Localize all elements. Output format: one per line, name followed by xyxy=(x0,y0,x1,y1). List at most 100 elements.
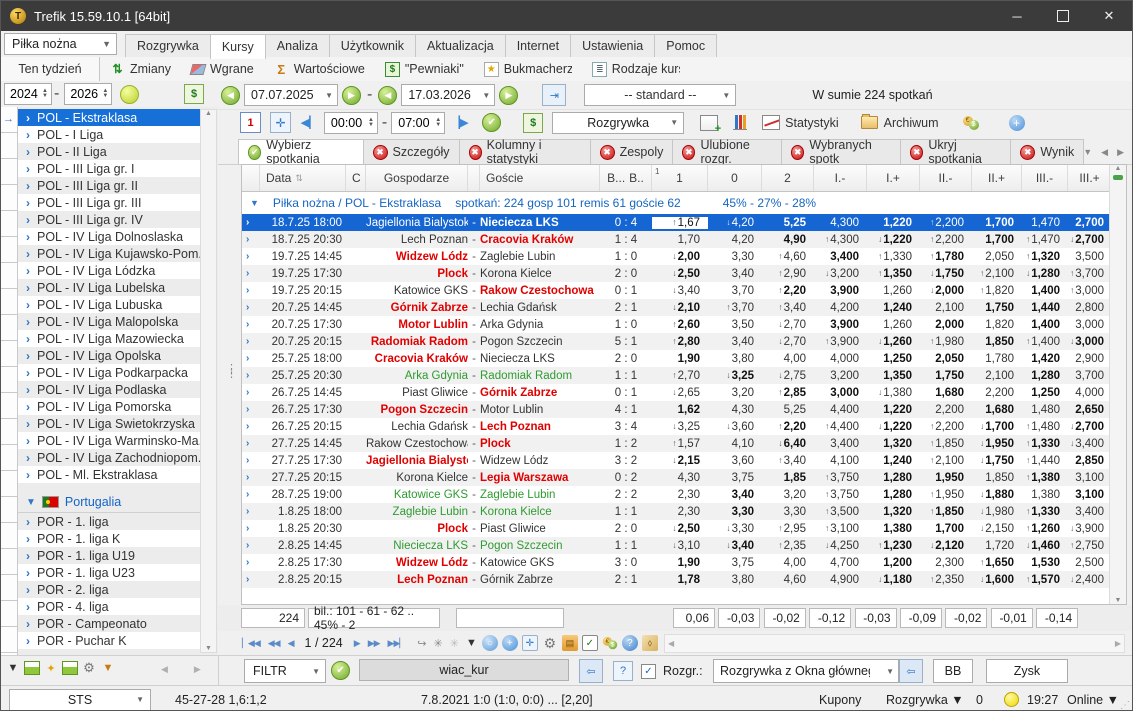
group-row[interactable]: ▼ Piłka nożna / POL - Ekstraklasa spotka… xyxy=(242,192,1126,214)
zoom-plus-icon[interactable]: + xyxy=(502,635,518,651)
odds-cell-ii-plus[interactable]: 1,780 xyxy=(972,353,1022,365)
table-row[interactable]: ›2.8.25 20:15Lech Poznan-Górnik Zabrze2 … xyxy=(242,571,1126,588)
odds-cell-2[interactable]: ↑4,60 xyxy=(762,251,814,263)
header-cell-odds-ii-plus[interactable]: II.+ xyxy=(972,165,1022,191)
odds-cell-ii-plus[interactable]: ↓1,600 xyxy=(972,574,1022,586)
search-icon[interactable]: ○ xyxy=(482,635,498,651)
tennis-ball-icon[interactable] xyxy=(120,85,139,104)
table-row[interactable]: ›26.7.25 17:30Pogon Szczecin-Motor Lubli… xyxy=(242,401,1126,418)
time-from-spinner[interactable]: 00:00 ▲▼ xyxy=(324,112,378,134)
filter-icon[interactable]: ▼ xyxy=(466,637,476,649)
table-row[interactable]: ›2.8.25 14:45Nieciecza LKS-Pogon Szczeci… xyxy=(242,537,1126,554)
odds-cell-i-plus[interactable]: 1,250 xyxy=(867,353,920,365)
odds-cell-ii-plus[interactable]: ↓1,950 xyxy=(972,438,1022,450)
odds-cell-1[interactable]: 1,90 xyxy=(652,557,708,569)
odds-cell-ii-minus[interactable]: ↑1,950 xyxy=(920,489,972,501)
odds-cell-ii-minus[interactable]: 2,050 xyxy=(920,353,972,365)
odds-cell-iii-minus[interactable]: ↑1,440 xyxy=(1022,455,1068,467)
window-green-icon[interactable] xyxy=(24,661,40,675)
table-row[interactable]: ›28.7.25 19:00Katowice GKS-Zaglebie Lubi… xyxy=(242,486,1126,503)
odds-cell-iii-minus[interactable]: 1,400 xyxy=(1022,319,1068,331)
odds-cell-i-minus[interactable]: 4,000 xyxy=(814,353,867,365)
filter-tab-wybierzspotkania[interactable]: ✔Wybierz spotkania xyxy=(238,139,363,164)
odds-cell-iii-plus[interactable]: 2,850 xyxy=(1068,455,1112,467)
scrollbar-thumb[interactable] xyxy=(1113,175,1123,180)
odds-cell-ii-plus[interactable]: ↓1,750 xyxy=(972,455,1022,467)
table-row[interactable]: ›25.7.25 18:00Cracovia Kraków-Nieciecza … xyxy=(242,350,1126,367)
filter-tab-ukryjspotkania[interactable]: ✖Ukryj spotkania xyxy=(900,139,1011,164)
odds-cell-iii-minus[interactable]: 1,250 xyxy=(1022,387,1068,399)
header-cell-odds-iii-plus[interactable]: III.+ xyxy=(1068,165,1112,191)
odds-cell-0[interactable]: 3,40 xyxy=(708,489,762,501)
send-left-button-2[interactable]: ⇦ xyxy=(899,659,923,683)
resize-grip[interactable]: ⋰ xyxy=(1120,700,1130,711)
tab-kursy[interactable]: Kursy xyxy=(210,34,266,59)
sidebar-item-league[interactable]: ›POR - 1. liga U23 xyxy=(18,564,200,581)
odds-cell-ii-minus[interactable]: ↑2,200 xyxy=(920,421,972,433)
bookmaker-select[interactable]: STS ▼ xyxy=(9,689,151,711)
statystyki-button[interactable]: Statystyki xyxy=(785,116,839,130)
odds-cell-0[interactable]: 3,75 xyxy=(708,557,762,569)
odds-cell-ii-plus[interactable]: ↓1,880 xyxy=(972,489,1022,501)
odds-cell-1[interactable]: 1,90 xyxy=(652,353,708,365)
sidebar-item-league[interactable]: ›POL - IV Liga Podlaska xyxy=(18,381,200,398)
sidebar-item-league[interactable]: ›POL - IV Liga Opolska xyxy=(18,347,200,364)
odds-cell-iii-minus[interactable]: ↑1,330 xyxy=(1022,438,1068,450)
spinner-arrows-icon[interactable]: ▲▼ xyxy=(435,118,444,128)
odds-cell-i-plus[interactable]: ↓1,220 xyxy=(867,234,920,246)
date-from-prev-button[interactable]: ◀ xyxy=(221,86,240,105)
table-row[interactable]: ›20.7.25 17:30Motor Lublin-Arka Gdynia1 … xyxy=(242,316,1126,333)
odds-cell-0[interactable]: ↓4,20 xyxy=(708,217,762,229)
odds-cell-i-minus[interactable]: ↑3,750 xyxy=(814,472,867,484)
odds-cell-i-plus[interactable]: 1,220 xyxy=(867,217,920,229)
odds-cell-1[interactable]: ↑1,67 xyxy=(652,217,708,229)
filter-query-field[interactable]: wiac_kur xyxy=(359,659,569,681)
odds-cell-1[interactable]: ↓3,25 xyxy=(652,421,708,433)
odds-cell-1[interactable]: ↑1,57 xyxy=(652,438,708,450)
rozgr-checkbox[interactable]: ✓ xyxy=(641,664,656,679)
toolbar-button-wartociowe[interactable]: ΣWartościowe xyxy=(264,57,375,81)
sidebar-item-league[interactable]: ›POR - Campeonato xyxy=(18,615,200,632)
skip-to-end-icon[interactable]: ▕▶ xyxy=(451,116,468,129)
scroll-up-icon[interactable]: ▲ xyxy=(1115,165,1122,172)
pan-icon[interactable]: ✛ xyxy=(522,635,538,651)
archiwum-button[interactable]: Archiwum xyxy=(884,116,939,130)
odds-cell-ii-minus[interactable]: ↑2,100 xyxy=(920,455,972,467)
odds-cell-2[interactable]: ↑2,95 xyxy=(762,523,814,535)
odds-cell-i-minus[interactable]: ↑4,300 xyxy=(814,234,867,246)
date-from-field[interactable]: 07.07.2025 ▼ xyxy=(244,84,338,106)
header-cell-b[interactable]: B...B.. xyxy=(600,165,652,191)
odds-cell-i-plus[interactable]: 1,240 xyxy=(867,302,920,314)
odds-cell-2[interactable]: 4,00 xyxy=(762,353,814,365)
odds-cell-iii-plus[interactable]: ↑2,750 xyxy=(1068,540,1112,552)
date-to-prev-button[interactable]: ◀ xyxy=(378,86,397,105)
filter-tab-wybranychspotk[interactable]: ✖Wybranych spotk xyxy=(781,139,901,164)
odds-cell-iii-plus[interactable]: 4,000 xyxy=(1068,387,1112,399)
sidebar-item-league[interactable]: ›POL - III Liga gr. II xyxy=(18,177,200,194)
odds-cell-2[interactable]: ↑3,40 xyxy=(762,455,814,467)
odds-cell-0[interactable]: 3,60 xyxy=(708,455,762,467)
header-cell-odds-2[interactable]: 2 xyxy=(762,165,814,191)
table-row[interactable]: ›20.7.25 20:15Radomiak Radom-Pogon Szcze… xyxy=(242,333,1126,350)
sidebar-item-league[interactable]: ›POL - III Liga gr. IV xyxy=(18,211,200,228)
tab-scroll-arrows[interactable]: ▼ ◀ ▶ xyxy=(1083,147,1132,164)
table-row[interactable]: ›20.7.25 14:45Górnik Zabrze-Lechia Gdańs… xyxy=(242,299,1126,316)
tab-użytkownik[interactable]: Użytkownik xyxy=(329,34,416,57)
odds-cell-i-minus[interactable]: 3,400 xyxy=(814,251,867,263)
odds-cell-1[interactable]: ↓3,10 xyxy=(652,540,708,552)
odds-cell-i-minus[interactable]: 3,900 xyxy=(814,319,867,331)
table-row[interactable]: ›19.7.25 17:30Plock-Korona Kielce2 : 0↓2… xyxy=(242,265,1126,282)
header-cell-gospodarze[interactable]: Gospodarze xyxy=(366,165,468,191)
odds-cell-iii-plus[interactable]: ↓3,400 xyxy=(1068,438,1112,450)
odds-cell-2[interactable]: ↑2,20 xyxy=(762,421,814,433)
odds-cell-ii-minus[interactable]: ↑2,200 xyxy=(920,234,972,246)
apply-filter-button[interactable]: ✔ xyxy=(331,661,350,680)
sidebar-item-league[interactable]: ›POR - 4. liga xyxy=(18,598,200,615)
odds-cell-i-plus[interactable]: ↓1,220 xyxy=(867,421,920,433)
bb-button[interactable]: BB xyxy=(933,659,973,683)
odds-cell-i-plus[interactable]: 1,320 xyxy=(867,438,920,450)
odds-cell-i-minus[interactable]: 4,100 xyxy=(814,455,867,467)
odds-cell-iii-minus[interactable]: 1,400 xyxy=(1022,285,1068,297)
table-row[interactable]: ›26.7.25 14:45Piast Gliwice-Górnik Zabrz… xyxy=(242,384,1126,401)
gear-icon[interactable]: ⚙ xyxy=(81,660,97,676)
